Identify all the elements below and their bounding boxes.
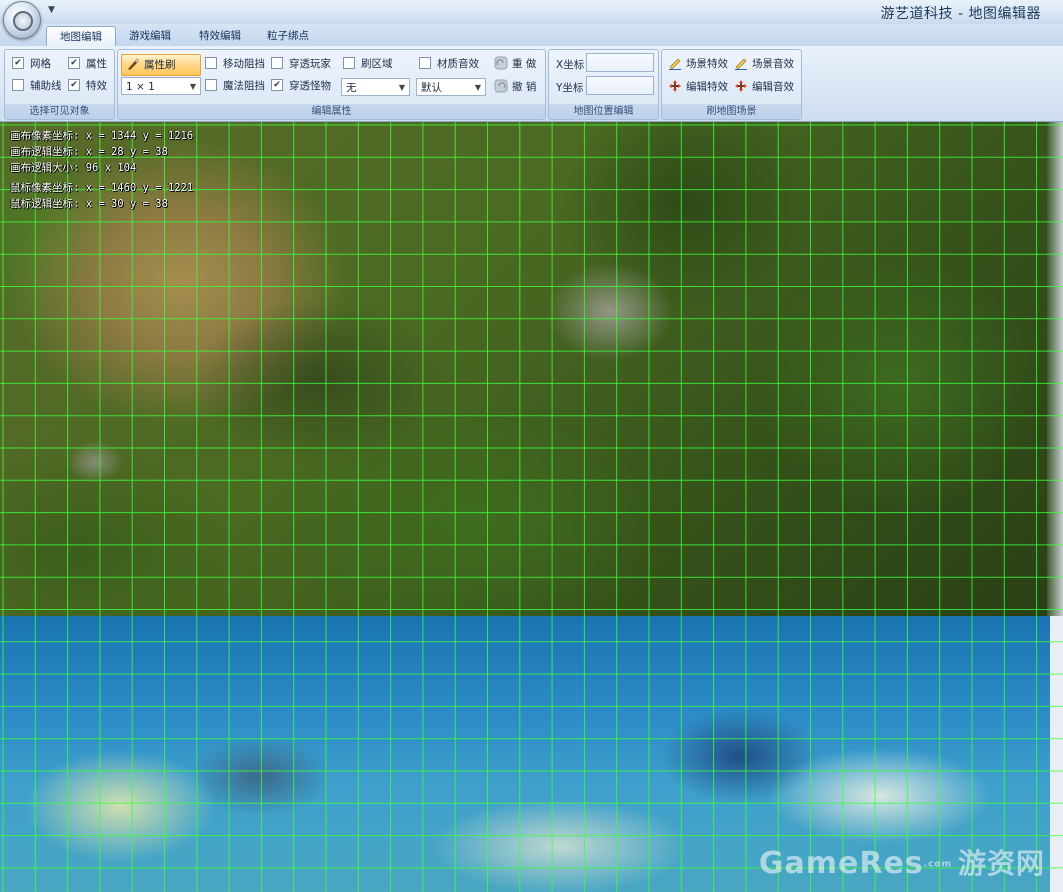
brush-icon <box>128 58 139 70</box>
quick-access-dropdown-icon[interactable]: ▼ <box>48 5 55 15</box>
group-caption: 地图位置编辑 <box>549 104 658 119</box>
checkbox-label: 移动阻挡 <box>223 58 265 70</box>
chevron-down-icon: ▼ <box>398 83 405 92</box>
move-cross-icon <box>735 80 747 92</box>
edit-effect-button[interactable]: 编辑特效 <box>668 78 728 96</box>
chevron-down-icon: ▼ <box>474 83 481 92</box>
scene-effect-button[interactable]: 场景特效 <box>668 55 728 73</box>
chevron-down-icon: ▼ <box>189 82 196 91</box>
coordinate-info-overlay: 画布像素坐标: x = 1344 y = 1216 画布逻辑坐标: x = 28… <box>10 128 193 212</box>
checkbox-box: ✔ <box>68 79 80 91</box>
redo-label: 重 做 <box>512 58 537 70</box>
pencil-icon <box>669 58 681 70</box>
y-coordinate-label: Y坐标 <box>556 82 584 94</box>
tab-map-edit[interactable]: 地图编辑 <box>46 26 116 47</box>
grid-checkbox[interactable]: ✔ 网格 <box>12 56 51 72</box>
x-coordinate-input[interactable] <box>586 53 654 72</box>
guideline-checkbox[interactable]: 辅助线 <box>12 78 62 94</box>
material-sound-select[interactable]: 默认 ▼ <box>416 78 486 96</box>
window-title: 游艺道科技 - 地图编辑器 <box>880 6 1041 22</box>
group-caption: 刷地图场景 <box>662 104 801 119</box>
checkbox-label: 网格 <box>30 58 51 70</box>
region-select[interactable]: 无 ▼ <box>341 78 410 96</box>
checkbox-box <box>205 57 217 69</box>
tab-game-edit[interactable]: 游戏编辑 <box>116 26 184 46</box>
watermark-dotcom: .com <box>923 859 952 870</box>
application-menu-button[interactable] <box>3 1 41 39</box>
checkbox-label: 属性 <box>86 58 107 70</box>
mouse-pixel-coordinate: 鼠标像素坐标: x = 1460 y = 1221 <box>10 182 194 194</box>
scene-button-label: 编辑特效 <box>686 81 728 93</box>
canvas-logic-coordinate: 画布逻辑坐标: x = 28 y = 38 <box>10 146 168 158</box>
checkbox-box <box>419 57 431 69</box>
map-position-group: X坐标 Y坐标 地图位置编辑 <box>548 49 659 120</box>
attribute-checkbox[interactable]: ✔ 属性 <box>68 56 107 72</box>
move-cross-icon <box>669 80 681 92</box>
brush-size-value: 1 × 1 <box>126 81 155 93</box>
group-caption: 选择可见对象 <box>5 104 114 119</box>
brush-label: 属性刷 <box>144 59 176 71</box>
group-caption: 编辑属性 <box>118 104 545 119</box>
checkbox-box <box>205 79 217 91</box>
redo-icon <box>494 56 508 70</box>
tab-particle-bind[interactable]: 粒子绑点 <box>254 26 322 46</box>
mouse-logic-coordinate: 鼠标逻辑坐标: x = 30 y = 38 <box>10 198 168 210</box>
pass-monster-checkbox[interactable]: ✔ 穿透怪物 <box>271 78 331 94</box>
redo-button[interactable]: 重 做 <box>494 55 536 73</box>
x-coordinate-label: X坐标 <box>556 59 585 71</box>
title-bar: ▼ 游艺道科技 - 地图编辑器 <box>0 0 1063 39</box>
checkbox-box <box>12 79 24 91</box>
watermark-latin: GameRes <box>758 846 924 881</box>
attribute-brush-button[interactable]: 属性刷 <box>121 54 201 76</box>
scene-button-label: 场景音效 <box>752 58 794 70</box>
checkbox-box <box>343 57 355 69</box>
checkbox-label: 辅助线 <box>30 80 62 92</box>
watermark-cn: 游资网 <box>957 847 1045 880</box>
visible-objects-group: ✔ 网格 ✔ 属性 辅助线 ✔ 特效 选择可见对象 <box>4 49 115 120</box>
material-sound-value: 默认 <box>421 82 442 94</box>
checkbox-label: 特效 <box>86 80 107 92</box>
edit-sound-button[interactable]: 编辑音效 <box>734 78 794 96</box>
edit-attribute-group: 属性刷 1 × 1 ▼ 移动阻挡 穿透玩家 魔法阻挡 ✔ 穿透怪物 刷区域 无 ▼… <box>117 49 546 120</box>
region-value: 无 <box>346 82 357 94</box>
map-canvas[interactable]: 画布像素坐标: x = 1344 y = 1216 画布逻辑坐标: x = 28… <box>0 122 1063 892</box>
y-coordinate-input[interactable] <box>586 76 654 95</box>
checkbox-label: 魔法阻挡 <box>223 80 265 92</box>
brush-region-checkbox[interactable]: 刷区域 <box>343 56 393 72</box>
watermark-logo: GameRes.com 游资网 <box>759 842 1045 882</box>
scene-button-label: 编辑音效 <box>752 81 794 93</box>
checkbox-box <box>271 57 283 69</box>
undo-button[interactable]: 撤 销 <box>494 78 536 96</box>
pass-player-checkbox[interactable]: 穿透玩家 <box>271 56 331 72</box>
checkbox-label: 穿透玩家 <box>289 58 331 70</box>
ribbon: ✔ 网格 ✔ 属性 辅助线 ✔ 特效 选择可见对象 属性刷 1 × 1 ▼ 移动阻挡 … <box>0 46 1063 122</box>
scene-button-label: 场景特效 <box>686 58 728 70</box>
scene-sound-button[interactable]: 场景音效 <box>734 55 794 73</box>
canvas-logic-size: 画布逻辑大小: 96 x 104 <box>10 162 137 174</box>
canvas-pixel-coordinate: 画布像素坐标: x = 1344 y = 1216 <box>10 130 194 142</box>
checkbox-box: ✔ <box>271 79 283 91</box>
material-sound-checkbox[interactable]: 材质音效 <box>419 56 479 72</box>
checkbox-box: ✔ <box>12 57 24 69</box>
pencil-icon <box>735 58 747 70</box>
app-orb-icon <box>13 11 33 31</box>
effect-checkbox[interactable]: ✔ 特效 <box>68 78 107 94</box>
map-scene-group: 场景特效 场景音效 编辑特效 编辑音效 刷地图场景 <box>661 49 802 120</box>
tab-effect-edit[interactable]: 特效编辑 <box>186 26 254 46</box>
checkbox-label: 刷区域 <box>361 58 393 70</box>
ribbon-tab-strip: 地图编辑 游戏编辑 特效编辑 粒子绑点 <box>0 24 1063 47</box>
checkbox-label: 穿透怪物 <box>289 80 331 92</box>
undo-label: 撤 销 <box>512 81 537 93</box>
magic-block-checkbox[interactable]: 魔法阻挡 <box>205 78 265 94</box>
checkbox-label: 材质音效 <box>437 58 479 70</box>
undo-icon <box>494 79 508 93</box>
map-grid <box>0 122 1063 892</box>
checkbox-box: ✔ <box>68 57 80 69</box>
brush-size-select[interactable]: 1 × 1 ▼ <box>121 77 201 95</box>
move-block-checkbox[interactable]: 移动阻挡 <box>205 56 265 72</box>
